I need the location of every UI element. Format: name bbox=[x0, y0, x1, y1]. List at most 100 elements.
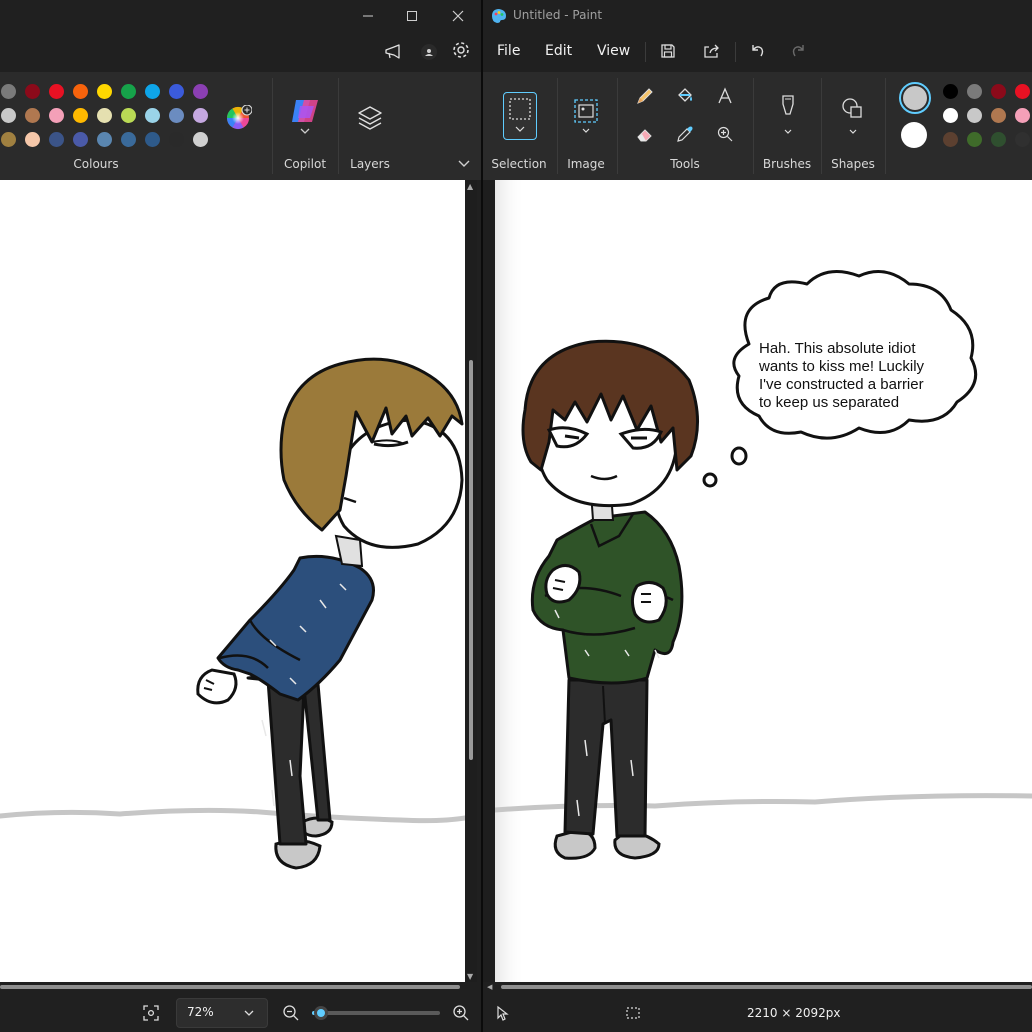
colour-swatch[interactable] bbox=[169, 84, 184, 99]
vertical-scrollbar[interactable]: ▲ ▼ bbox=[465, 180, 477, 982]
fill-tool[interactable] bbox=[675, 86, 695, 106]
separator bbox=[617, 78, 618, 174]
account-button[interactable] bbox=[416, 39, 442, 65]
secondary-colour[interactable] bbox=[901, 122, 927, 148]
redo-button[interactable] bbox=[785, 38, 811, 64]
magnifier-tool[interactable] bbox=[715, 124, 735, 144]
colour-swatch[interactable] bbox=[1, 132, 16, 147]
zoom-out-button[interactable] bbox=[282, 1004, 300, 1022]
selection-rectangle-icon bbox=[509, 98, 531, 132]
minimize-icon bbox=[363, 15, 373, 17]
scrollbar-thumb[interactable] bbox=[501, 985, 1032, 989]
settings-button[interactable] bbox=[448, 37, 474, 63]
colour-swatch[interactable] bbox=[169, 108, 184, 123]
colour-swatch[interactable] bbox=[49, 84, 64, 99]
colour-swatch[interactable] bbox=[991, 84, 1006, 99]
save-button[interactable] bbox=[655, 38, 681, 64]
colour-swatch[interactable] bbox=[991, 132, 1006, 147]
colour-swatch[interactable] bbox=[943, 108, 958, 123]
colour-swatch[interactable] bbox=[145, 84, 160, 99]
text-icon bbox=[718, 87, 732, 104]
horizontal-scrollbar[interactable]: ◀ bbox=[483, 982, 1032, 992]
colour-swatch[interactable] bbox=[991, 108, 1006, 123]
colour-swatch[interactable] bbox=[943, 84, 958, 99]
minimize-button[interactable] bbox=[356, 4, 380, 28]
ribbon-toolbar: Selection Image Tools Brushes Shapes bbox=[483, 72, 1032, 180]
colour-swatch[interactable] bbox=[145, 132, 160, 147]
colour-swatch[interactable] bbox=[193, 132, 208, 147]
colour-swatch[interactable] bbox=[193, 84, 208, 99]
drawing-canvas[interactable] bbox=[0, 180, 465, 982]
colour-swatch[interactable] bbox=[97, 84, 112, 99]
edit-colours-button[interactable] bbox=[226, 104, 253, 131]
maximize-button[interactable] bbox=[400, 4, 424, 28]
scrollbar-thumb[interactable] bbox=[0, 985, 460, 989]
colour-swatch[interactable] bbox=[121, 84, 136, 99]
fit-to-window-button[interactable] bbox=[142, 1004, 160, 1022]
selection-tool-button[interactable] bbox=[503, 92, 537, 140]
colour-swatch[interactable] bbox=[967, 108, 982, 123]
menu-file[interactable]: File bbox=[497, 43, 520, 59]
ribbon-collapse-button[interactable] bbox=[456, 156, 472, 172]
drawing-canvas[interactable]: Hah. This absolute idiot wants to kiss m… bbox=[495, 180, 1032, 982]
colour-swatch[interactable] bbox=[967, 132, 982, 147]
zoom-in-button[interactable] bbox=[452, 1004, 470, 1022]
undo-button[interactable] bbox=[745, 38, 771, 64]
thought-line-2: wants to kiss me! Luckily bbox=[758, 358, 925, 375]
colour-swatch[interactable] bbox=[1015, 84, 1030, 99]
colour-swatch[interactable] bbox=[73, 132, 88, 147]
layers-button[interactable] bbox=[356, 104, 384, 132]
colour-swatch[interactable] bbox=[25, 84, 40, 99]
share-button[interactable] bbox=[699, 38, 725, 64]
shapes-button[interactable] bbox=[839, 94, 867, 136]
colour-swatch[interactable] bbox=[121, 108, 136, 123]
brushes-button[interactable] bbox=[775, 92, 801, 136]
colour-swatch[interactable] bbox=[1, 108, 16, 123]
colour-swatch[interactable] bbox=[25, 132, 40, 147]
vertical-scrollbar[interactable] bbox=[483, 180, 495, 982]
zoom-value: 72% bbox=[187, 1005, 214, 1019]
colour-swatch[interactable] bbox=[1, 84, 16, 99]
colour-swatch[interactable] bbox=[169, 132, 184, 147]
colour-swatch[interactable] bbox=[97, 132, 112, 147]
close-icon bbox=[452, 10, 464, 22]
colour-swatch[interactable] bbox=[193, 108, 208, 123]
zoom-slider-thumb[interactable] bbox=[313, 1006, 328, 1020]
text-tool[interactable] bbox=[715, 86, 735, 106]
colour-swatch[interactable] bbox=[25, 108, 40, 123]
image-button[interactable] bbox=[571, 96, 601, 136]
colour-swatch[interactable] bbox=[121, 132, 136, 147]
colour-swatch[interactable] bbox=[145, 108, 160, 123]
colour-swatch[interactable] bbox=[73, 108, 88, 123]
colour-picker-tool[interactable] bbox=[675, 124, 695, 144]
title-bar: Untitled - Paint bbox=[483, 0, 1032, 32]
scrollbar-thumb[interactable] bbox=[469, 360, 473, 760]
colour-swatch[interactable] bbox=[1015, 132, 1030, 147]
pencil-tool[interactable] bbox=[635, 86, 655, 106]
horizontal-scrollbar[interactable] bbox=[0, 982, 465, 992]
colour-swatch[interactable] bbox=[97, 108, 112, 123]
close-button[interactable] bbox=[446, 4, 470, 28]
feedback-button[interactable] bbox=[380, 39, 406, 65]
paint-app-icon bbox=[492, 9, 506, 23]
colour-swatch[interactable] bbox=[943, 132, 958, 147]
menu-bar bbox=[0, 32, 481, 72]
primary-colour[interactable] bbox=[899, 82, 931, 114]
window-title: Untitled - Paint bbox=[513, 8, 603, 22]
colour-swatch[interactable] bbox=[49, 132, 64, 147]
scroll-up-arrow-icon[interactable]: ▲ bbox=[467, 182, 475, 191]
colour-swatch[interactable] bbox=[1015, 108, 1030, 123]
zoom-select[interactable]: 72% bbox=[176, 998, 268, 1028]
copilot-button[interactable] bbox=[290, 96, 322, 136]
menu-edit[interactable]: Edit bbox=[545, 43, 572, 59]
zoom-slider[interactable] bbox=[312, 1006, 440, 1020]
colour-swatch[interactable] bbox=[73, 84, 88, 99]
scroll-left-arrow-icon[interactable]: ◀ bbox=[487, 983, 492, 991]
scroll-down-arrow-icon[interactable]: ▼ bbox=[467, 972, 475, 981]
colour-swatch[interactable] bbox=[967, 84, 982, 99]
eraser-tool[interactable] bbox=[635, 124, 655, 144]
menu-view[interactable]: View bbox=[597, 43, 630, 59]
maximize-icon bbox=[407, 11, 417, 21]
status-bar: 72% bbox=[0, 992, 481, 1032]
colour-swatch[interactable] bbox=[49, 108, 64, 123]
